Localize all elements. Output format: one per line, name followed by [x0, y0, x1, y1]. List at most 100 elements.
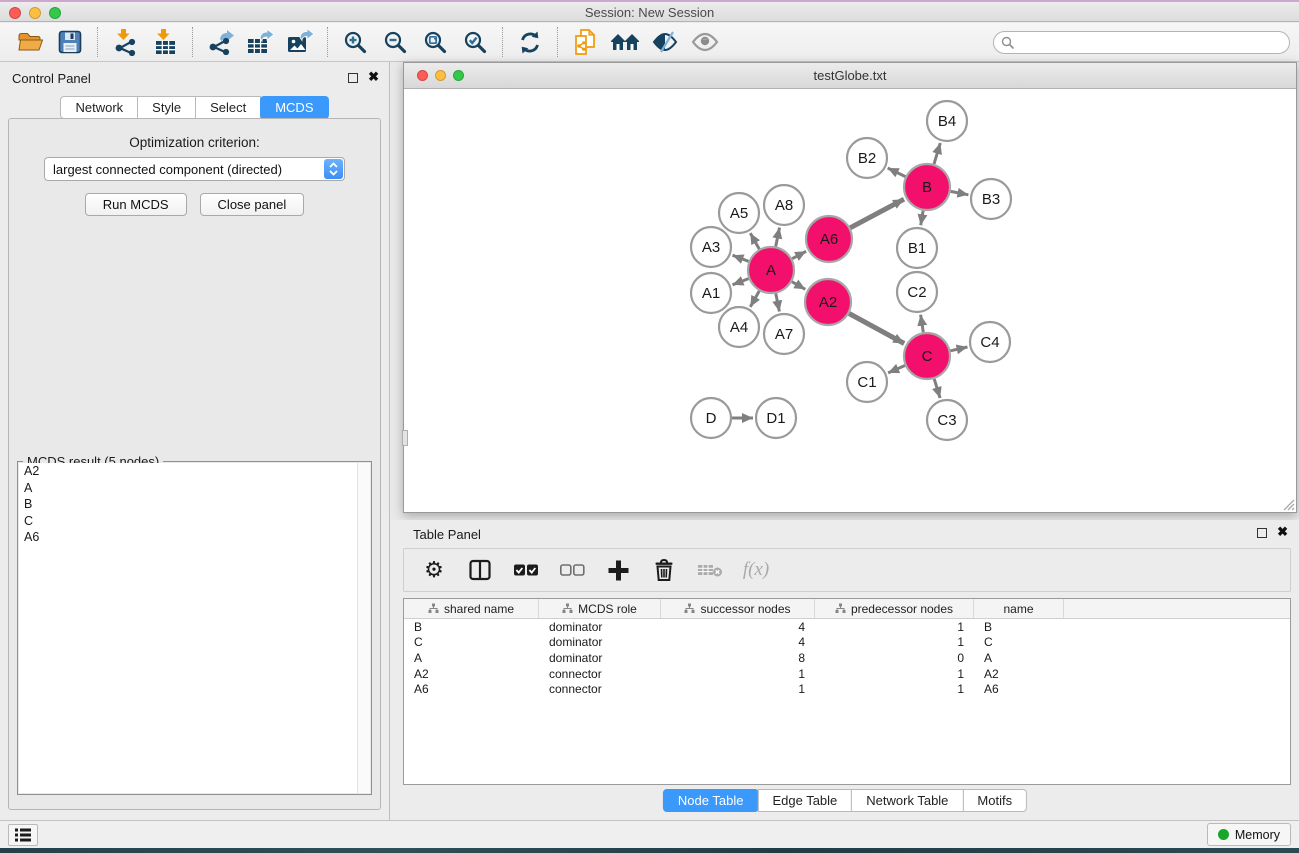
select-all-button[interactable]: [508, 552, 544, 588]
edge-C-C2[interactable]: [921, 315, 924, 333]
edge-C-C4[interactable]: [950, 347, 967, 351]
tab-motifs[interactable]: Motifs: [962, 789, 1027, 812]
cell-predecessor-nodes[interactable]: 1: [815, 620, 974, 634]
cell-predecessor-nodes[interactable]: 0: [815, 651, 974, 665]
mcds-result-item[interactable]: A: [19, 480, 370, 497]
mcds-result-item[interactable]: A2: [19, 463, 370, 480]
cell-shared-name[interactable]: B: [404, 620, 539, 634]
cell-MCDS-role[interactable]: dominator: [539, 635, 661, 649]
criterion-dropdown[interactable]: largest connected component (directed): [44, 157, 345, 181]
mcds-result-list[interactable]: A2ABCA6: [19, 463, 370, 793]
edge-A-A8[interactable]: [776, 228, 780, 247]
table-settings-button[interactable]: ⚙: [416, 552, 452, 588]
cell-predecessor-nodes[interactable]: 1: [815, 682, 974, 696]
table-row-A[interactable]: Adominator80A: [404, 650, 1290, 666]
column-header-shared-name[interactable]: shared name: [404, 599, 539, 618]
cell-name[interactable]: C: [974, 635, 1064, 649]
cell-MCDS-role[interactable]: connector: [539, 667, 661, 681]
apply-layout-refresh-button[interactable]: [510, 25, 550, 59]
show-column-button[interactable]: [462, 552, 498, 588]
resize-grip-icon[interactable]: [1282, 498, 1295, 511]
cell-MCDS-role[interactable]: connector: [539, 682, 661, 696]
zoom-selected-button[interactable]: [455, 25, 495, 59]
show-task-history-button[interactable]: [8, 824, 38, 846]
zoom-fit-button[interactable]: [415, 25, 455, 59]
save-session-button[interactable]: [50, 25, 90, 59]
edge-A-A7[interactable]: [776, 294, 780, 312]
cell-shared-name[interactable]: C: [404, 635, 539, 649]
cell-shared-name[interactable]: A: [404, 651, 539, 665]
column-header-predecessor-nodes[interactable]: predecessor nodes: [815, 599, 974, 618]
tab-node-table[interactable]: Node Table: [663, 789, 759, 812]
edge-B-B3[interactable]: [951, 191, 969, 194]
tab-select[interactable]: Select: [195, 96, 261, 119]
close-panel-button[interactable]: Close panel: [200, 193, 305, 216]
edge-A-A6[interactable]: [792, 251, 806, 258]
cell-MCDS-role[interactable]: dominator: [539, 620, 661, 634]
table-row-A6[interactable]: A6connector11A6: [404, 681, 1290, 697]
cell-predecessor-nodes[interactable]: 1: [815, 667, 974, 681]
cell-name[interactable]: A: [974, 651, 1064, 665]
mcds-result-item[interactable]: A6: [19, 529, 370, 546]
search-box[interactable]: [993, 31, 1290, 54]
cell-shared-name[interactable]: A2: [404, 667, 539, 681]
cell-name[interactable]: B: [974, 620, 1064, 634]
table-row-B[interactable]: Bdominator41B: [404, 619, 1290, 635]
memory-button[interactable]: Memory: [1207, 823, 1291, 846]
edge-B-B1[interactable]: [921, 211, 923, 226]
function-builder-button[interactable]: f(x): [738, 552, 774, 588]
open-file-button[interactable]: [10, 25, 50, 59]
close-panel-icon[interactable]: ✖: [368, 69, 379, 85]
column-header-MCDS-role[interactable]: MCDS role: [539, 599, 661, 618]
zoom-in-button[interactable]: [335, 25, 375, 59]
export-network-button[interactable]: [200, 25, 240, 59]
table-row-C[interactable]: Cdominator41C: [404, 635, 1290, 651]
edge-A-A5[interactable]: [750, 233, 759, 249]
tab-network-table[interactable]: Network Table: [851, 789, 963, 812]
cell-name[interactable]: A2: [974, 667, 1064, 681]
new-network-from-selection-button[interactable]: [565, 25, 605, 59]
float-table-panel-icon[interactable]: [1257, 528, 1267, 538]
column-header-successor-nodes[interactable]: successor nodes: [661, 599, 815, 618]
first-neighbors-button[interactable]: [605, 25, 645, 59]
cell-name[interactable]: A6: [974, 682, 1064, 696]
edge-A2-C[interactable]: [849, 314, 904, 344]
import-table-button[interactable]: [145, 25, 185, 59]
run-mcds-button[interactable]: Run MCDS: [85, 193, 187, 216]
zoom-out-button[interactable]: [375, 25, 415, 59]
tab-network[interactable]: Network: [60, 96, 138, 119]
cell-successor-nodes[interactable]: 8: [661, 651, 815, 665]
mcds-result-item[interactable]: B: [19, 496, 370, 513]
result-list-scrollbar[interactable]: [357, 463, 370, 793]
edge-C-C3[interactable]: [934, 379, 940, 398]
delete-column-button[interactable]: [646, 552, 682, 588]
edge-B-B4[interactable]: [934, 143, 940, 164]
edge-A-A4[interactable]: [750, 291, 759, 307]
edge-A-A2[interactable]: [792, 282, 805, 290]
cell-successor-nodes[interactable]: 4: [661, 620, 815, 634]
cell-MCDS-role[interactable]: dominator: [539, 651, 661, 665]
cell-predecessor-nodes[interactable]: 1: [815, 635, 974, 649]
tab-mcds[interactable]: MCDS: [260, 96, 328, 119]
splitter-handle[interactable]: [402, 430, 408, 446]
close-table-panel-icon[interactable]: ✖: [1277, 524, 1288, 540]
import-network-button[interactable]: [105, 25, 145, 59]
cell-successor-nodes[interactable]: 1: [661, 667, 815, 681]
birdseye-view-button[interactable]: [685, 25, 725, 59]
export-table-button[interactable]: [240, 25, 280, 59]
table-row-A2[interactable]: A2connector11A2: [404, 666, 1290, 682]
cell-shared-name[interactable]: A6: [404, 682, 539, 696]
edge-A6-B[interactable]: [850, 199, 904, 228]
cell-successor-nodes[interactable]: 4: [661, 635, 815, 649]
edge-C-C1[interactable]: [888, 366, 905, 373]
tab-style[interactable]: Style: [137, 96, 196, 119]
export-image-button[interactable]: [280, 25, 320, 59]
show-graphics-details-button[interactable]: [645, 25, 685, 59]
network-window-titlebar[interactable]: testGlobe.txt: [404, 63, 1296, 89]
unselect-all-button[interactable]: [554, 552, 590, 588]
search-input[interactable]: [1020, 36, 1289, 50]
tab-edge-table[interactable]: Edge Table: [757, 789, 852, 812]
delete-table-button[interactable]: [692, 552, 728, 588]
edge-A-A3[interactable]: [733, 255, 749, 261]
cell-successor-nodes[interactable]: 1: [661, 682, 815, 696]
